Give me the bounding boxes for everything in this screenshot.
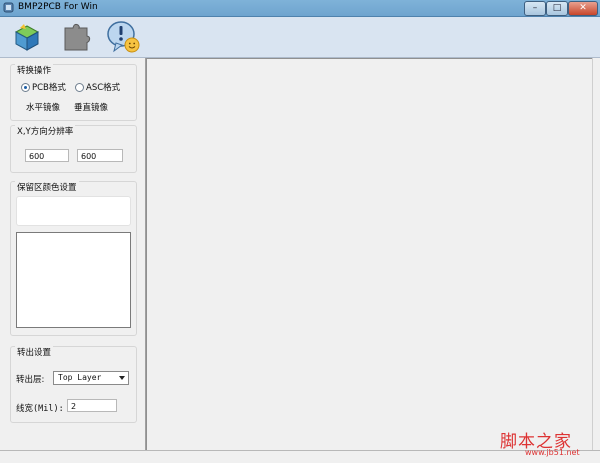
watermark-url: www.jb51.net — [525, 448, 580, 457]
output-layer-select[interactable]: Top Layer — [53, 371, 129, 385]
mirror-horizontal-option[interactable]: 水平镜像 — [26, 101, 60, 113]
mirror-vertical-option[interactable]: 垂直镜像 — [74, 101, 108, 113]
settings-panel: 转换操作 PCB格式 ASC格式 水平镜像 垂直镜像 X,Y方向分辨率 600 … — [0, 58, 146, 450]
output-layer-label: 转出层: — [16, 375, 45, 385]
chevron-down-icon — [119, 376, 125, 380]
right-edge — [592, 58, 600, 450]
asc-format-radio[interactable] — [75, 83, 84, 92]
app-icon — [3, 2, 14, 13]
y-resolution-input[interactable]: 600 — [77, 149, 123, 162]
output-layer-value: Top Layer — [58, 373, 102, 382]
reserve-color-group-title: 保留区颜色设置 — [15, 181, 79, 193]
x-resolution-input[interactable]: 600 — [25, 149, 69, 162]
conversion-group-title: 转换操作 — [15, 64, 54, 76]
help-button[interactable] — [106, 20, 140, 54]
convert-button[interactable] — [10, 20, 44, 54]
resolution-group: X,Y方向分辨率 600 600 — [10, 125, 137, 173]
app-window: BMP2PCB For Win – □ ✕ 转换操作 PCB格式 ASC格式 水… — [0, 0, 600, 463]
toolbar — [0, 17, 600, 58]
line-width-label: 线宽(Mil): — [16, 404, 64, 414]
minimize-button[interactable]: – — [524, 1, 546, 16]
color-swatch-box[interactable] — [16, 196, 131, 226]
reserve-color-group: 保留区颜色设置 — [10, 181, 137, 336]
help-smiley-icon — [107, 21, 140, 53]
preview-canvas[interactable] — [146, 58, 593, 451]
puzzle-shape-icon — [64, 23, 91, 51]
window-title: BMP2PCB For Win — [18, 2, 98, 12]
asc-format-label[interactable]: ASC格式 — [86, 81, 120, 93]
shape-button[interactable] — [59, 20, 93, 54]
close-button[interactable]: ✕ — [568, 1, 598, 16]
output-group-title: 转出设置 — [15, 346, 54, 358]
title-bar: BMP2PCB For Win – □ ✕ — [0, 0, 600, 17]
maximize-button[interactable]: □ — [546, 1, 568, 16]
conversion-group: 转换操作 PCB格式 ASC格式 水平镜像 垂直镜像 — [10, 64, 137, 121]
resolution-group-title: X,Y方向分辨率 — [15, 125, 76, 137]
line-width-input[interactable]: 2 — [67, 399, 117, 412]
convert-cube-icon — [14, 24, 40, 51]
pcb-format-label[interactable]: PCB格式 — [32, 81, 66, 93]
output-group: 转出设置 转出层: Top Layer 线宽(Mil): 2 — [10, 346, 137, 423]
pcb-format-radio[interactable] — [21, 83, 30, 92]
color-list-box[interactable] — [16, 232, 131, 328]
